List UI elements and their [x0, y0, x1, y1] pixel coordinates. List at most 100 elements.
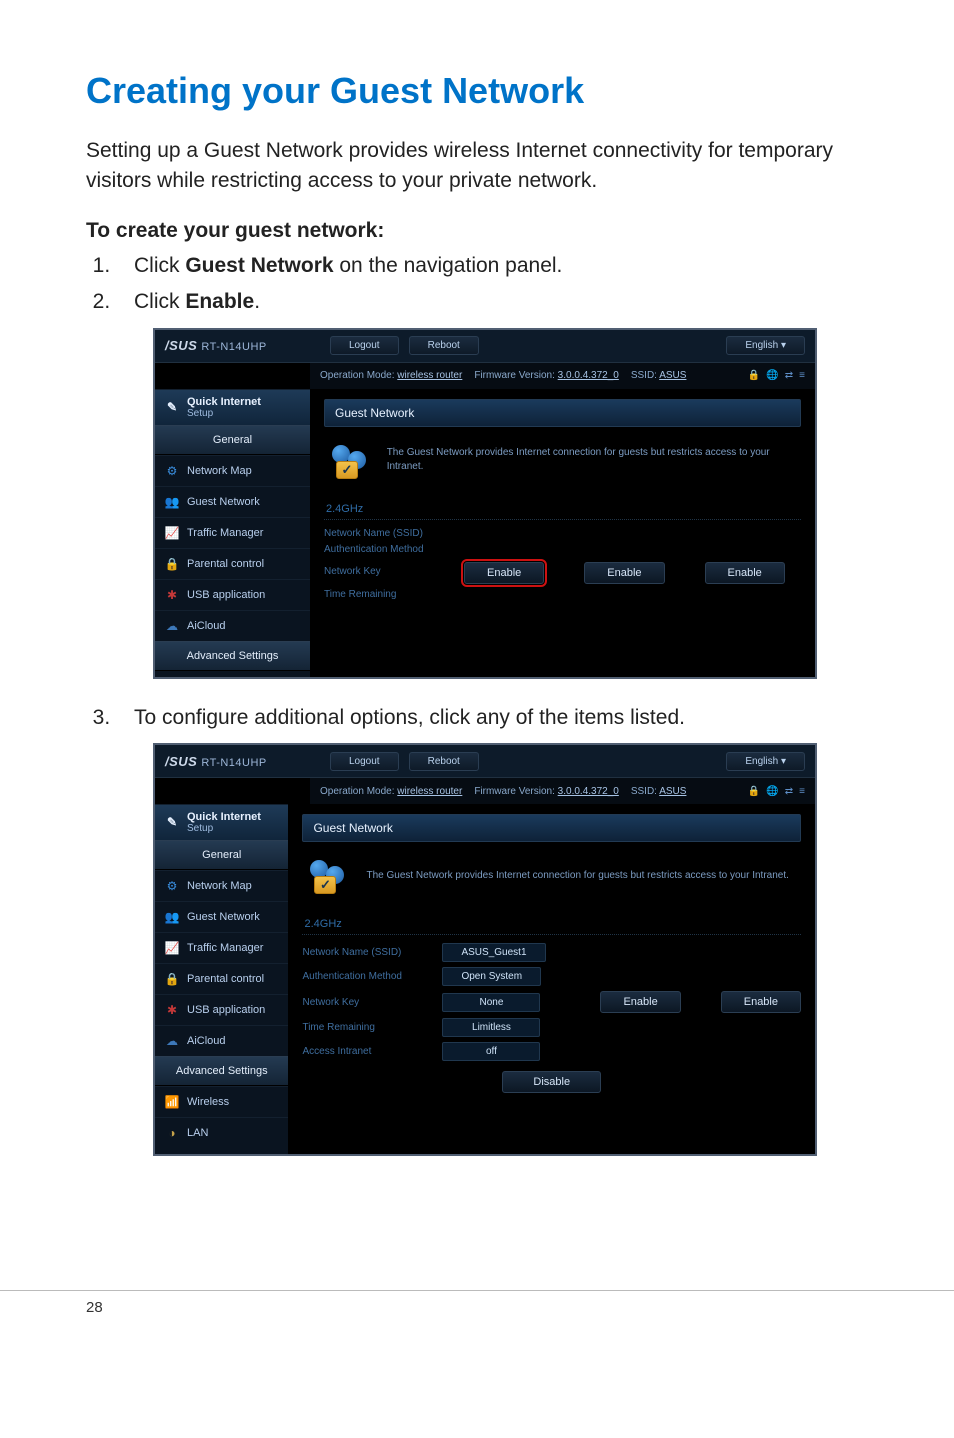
disable-button[interactable]: Disable [502, 1071, 601, 1093]
field-time-label: Time Remaining [302, 1022, 442, 1033]
op-mode-label: Operation Mode: [320, 370, 395, 381]
field-auth-value[interactable]: Open System [442, 967, 541, 986]
ssid-value[interactable]: ASUS [659, 370, 686, 381]
brand-logo: /SUS [165, 754, 197, 769]
enable-button-slot1[interactable]: Enable [464, 562, 544, 584]
qis-sub: Setup [187, 823, 261, 834]
step-1-bold: Guest Network [185, 254, 333, 277]
sidebar-item-qis[interactable]: ✎ Quick InternetSetup [155, 389, 310, 425]
enable-button-slot2[interactable]: Enable [584, 562, 664, 584]
lock-icon: 🔒 [748, 370, 760, 381]
operation-bar: Operation Mode: wireless router Firmware… [310, 778, 815, 804]
sidebar-item-label: Guest Network [187, 496, 260, 508]
chart-icon: 📈 [165, 941, 179, 955]
usb-icon: ✱ [165, 1003, 179, 1017]
sidebar: ✎ Quick InternetSetup General ⚙Network M… [155, 804, 288, 1154]
enable-button-slot2[interactable]: Enable [600, 991, 680, 1013]
sidebar-item-label: Traffic Manager [187, 527, 263, 539]
sidebar-item-parental[interactable]: 🔒Parental control [155, 548, 310, 579]
reboot-button[interactable]: Reboot [409, 336, 479, 355]
sidebar-item-label: Parental control [187, 973, 264, 985]
step-2: Click Enable. [116, 287, 884, 317]
field-key-label: Network Key [324, 566, 464, 577]
people-icon: 👥 [165, 495, 179, 509]
status-icons: 🔒 🌐 ⇄ ≡ [748, 786, 805, 797]
brand: /SUSRT-N14UHP [155, 754, 320, 769]
chart-icon: 📈 [165, 526, 179, 540]
op-mode-value[interactable]: wireless router [397, 370, 462, 381]
globe-icon: 🌐 [766, 786, 778, 797]
sidebar-item-guest-network[interactable]: 👥 Guest Network [155, 486, 310, 517]
step-2-pre: Click [134, 290, 185, 313]
lock-icon: 🔒 [165, 972, 179, 986]
model-label: RT-N14UHP [201, 341, 266, 353]
operation-bar: Operation Mode: wireless router Firmware… [310, 363, 815, 389]
sidebar-item-label: Parental control [187, 558, 264, 570]
signal-icon: ≡ [799, 786, 805, 797]
sidebar-item-wireless[interactable]: 📶Wireless [155, 1086, 288, 1117]
sidebar-item-traffic[interactable]: 📈Traffic Manager [155, 932, 288, 963]
sidebar-heading-general: General [155, 425, 310, 455]
sidebar-item-qis[interactable]: ✎ Quick InternetSetup [155, 804, 288, 840]
map-icon: ⚙ [165, 464, 179, 478]
fw-value[interactable]: 3.0.0.4.372_0 [558, 786, 619, 797]
signal-icon: ≡ [799, 370, 805, 381]
step-1-pre: Click [134, 254, 185, 277]
sidebar-item-label: USB application [187, 589, 265, 601]
sidebar-item-label: LAN [187, 1127, 208, 1139]
field-key-value[interactable]: None [442, 993, 540, 1012]
field-intranet-value[interactable]: off [442, 1042, 540, 1061]
qis-title: Quick Internet [187, 396, 261, 408]
check-icon: ✓ [336, 461, 358, 479]
fw-value[interactable]: 3.0.0.4.372_0 [558, 370, 619, 381]
ssid-value[interactable]: ASUS [659, 786, 686, 797]
reboot-button[interactable]: Reboot [409, 752, 479, 771]
ssid-label: SSID: [631, 786, 657, 797]
language-select[interactable]: English ▾ [726, 752, 805, 771]
field-time-value[interactable]: Limitless [442, 1018, 540, 1037]
op-mode-value[interactable]: wireless router [397, 786, 462, 797]
field-ssid-value[interactable]: ASUS_Guest1 [442, 943, 545, 962]
fw-label: Firmware Version: [474, 786, 555, 797]
sidebar-item-label: Guest Network [187, 911, 260, 923]
usb-icon: ⇄ [785, 786, 793, 797]
qis-sub: Setup [187, 408, 261, 419]
fw-label: Firmware Version: [474, 370, 555, 381]
people-icon: 👥 [165, 910, 179, 924]
sidebar-item-label: Wireless [187, 1096, 229, 1108]
band-label: 2.4GHz [302, 906, 801, 935]
screenshot-1: /SUS RT-N14UHP Logout Reboot English ▾ Op… [153, 328, 817, 679]
sidebar-item-label: USB application [187, 1004, 265, 1016]
language-select[interactable]: English ▾ [726, 336, 805, 355]
sidebar-item-network-map[interactable]: ⚙Network Map [155, 870, 288, 901]
brand-logo: /SUS [165, 338, 197, 353]
logout-button[interactable]: Logout [330, 752, 399, 771]
sidebar-item-network-map[interactable]: ⚙Network Map [155, 455, 310, 486]
sidebar-item-guest-network[interactable]: 👥 Guest Network [155, 901, 288, 932]
sidebar-heading-advanced: Advanced Settings [155, 1056, 288, 1086]
enable-button-slot3[interactable]: Enable [705, 562, 785, 584]
sidebar-item-traffic[interactable]: 📈 Traffic Manager [155, 517, 310, 548]
sidebar-item-aicloud[interactable]: ☁AiCloud [155, 610, 310, 641]
section-title: Creating your Guest Network [86, 70, 884, 112]
sidebar-item-usb[interactable]: ✱ USB application [155, 579, 310, 610]
field-auth-label: Authentication Method [302, 971, 442, 982]
enable-button-slot3[interactable]: Enable [721, 991, 801, 1013]
sidebar-item-lan[interactable]: ◑LAN [155, 1117, 288, 1148]
sidebar-item-usb[interactable]: ✱ USB application [155, 994, 288, 1025]
ssid-label: SSID: [631, 370, 657, 381]
panel-title: Guest Network [324, 399, 801, 427]
sidebar-item-label: AiCloud [187, 620, 226, 632]
field-key-label: Network Key [302, 997, 442, 1008]
usb-icon: ✱ [165, 588, 179, 602]
guest-description: The Guest Network provides Internet conn… [387, 446, 797, 473]
page-number: 28 [86, 1299, 954, 1316]
procedure-heading: To create your guest network: [86, 219, 884, 243]
language-label: English [745, 756, 778, 767]
map-icon: ⚙ [165, 879, 179, 893]
lock-icon: 🔒 [748, 786, 760, 797]
step-3: To configure additional options, click a… [116, 703, 884, 733]
logout-button[interactable]: Logout [330, 336, 399, 355]
sidebar-item-aicloud[interactable]: ☁AiCloud [155, 1025, 288, 1056]
sidebar-item-parental[interactable]: 🔒 Parental control [155, 963, 288, 994]
